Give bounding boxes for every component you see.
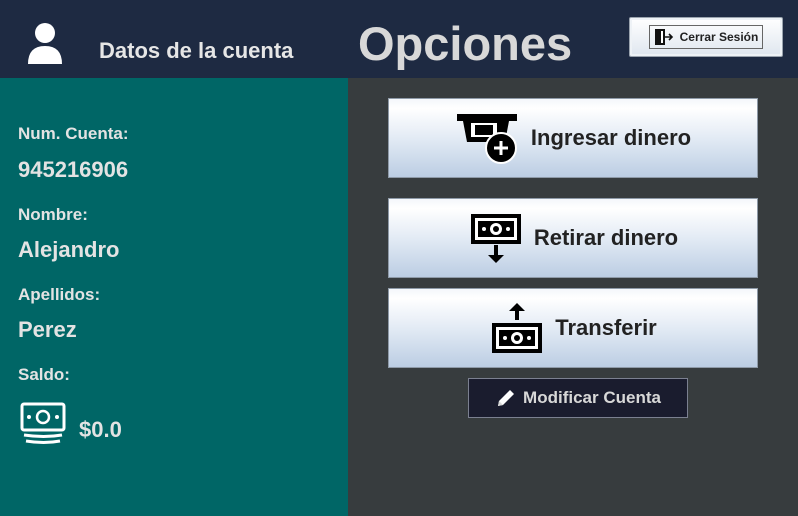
- surname-label: Apellidos:: [18, 285, 101, 304]
- user-icon: [28, 23, 62, 64]
- modify-account-label: Modificar Cuenta: [523, 388, 661, 407]
- logout-label: Cerrar Sesión: [679, 30, 759, 44]
- logout-icon: [654, 29, 673, 45]
- name-label: Nombre:: [18, 205, 88, 224]
- transfer-button[interactable]: Transferir: [388, 288, 758, 368]
- cash-stack-icon: [20, 402, 66, 444]
- balance-value: $0.0: [79, 417, 122, 442]
- withdraw-label: Retirar dinero: [533, 225, 679, 250]
- surname-value: Perez: [18, 317, 77, 342]
- account-title: Datos de la cuenta: [99, 38, 294, 63]
- balance-label: Saldo:: [18, 365, 70, 384]
- cash-withdraw-icon: [470, 214, 521, 263]
- header: Datos de la cuenta Opciones Cerrar Sesió…: [0, 0, 798, 78]
- account-number-value: 945216906: [18, 157, 129, 182]
- logout-button-inner: Cerrar Sesión: [648, 25, 764, 49]
- atm-deposit-icon: [456, 114, 517, 164]
- account-number-label: Num. Cuenta:: [18, 124, 129, 143]
- modify-account-button[interactable]: Modificar Cuenta: [468, 378, 688, 418]
- withdraw-button[interactable]: Retirar dinero: [388, 198, 758, 278]
- deposit-label: Ingresar dinero: [530, 125, 692, 150]
- name-value: Alejandro: [18, 237, 120, 262]
- transfer-label: Transferir: [555, 315, 657, 340]
- logout-button[interactable]: Cerrar Sesión: [629, 17, 783, 57]
- cash-transfer-icon: [492, 303, 543, 353]
- deposit-button[interactable]: Ingresar dinero: [388, 98, 758, 178]
- pencil-icon: [498, 390, 515, 406]
- options-title: Opciones: [358, 17, 573, 70]
